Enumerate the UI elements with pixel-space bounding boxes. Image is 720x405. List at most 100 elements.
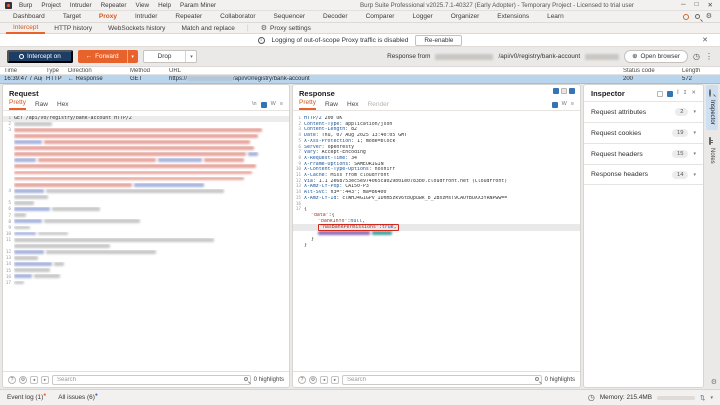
tab-logger[interactable]: Logger bbox=[403, 11, 441, 22]
update-icon[interactable] bbox=[682, 13, 689, 20]
subtab-match-and-replace[interactable]: Match and replace bbox=[174, 23, 241, 34]
search-settings-icon[interactable]: ⚙ bbox=[19, 375, 27, 384]
tab-sequencer[interactable]: Sequencer bbox=[265, 11, 314, 22]
help-icon[interactable]: ? bbox=[298, 375, 306, 384]
tab-target[interactable]: Target bbox=[54, 11, 90, 22]
close-icon[interactable]: ✕ bbox=[708, 1, 713, 9]
tab-collaborator[interactable]: Collaborator bbox=[211, 11, 264, 22]
re-enable-button[interactable]: Re-enable bbox=[415, 34, 463, 46]
statusbar-chevron-icon[interactable]: ▾ bbox=[710, 395, 713, 401]
column-header-status-code[interactable]: Status code bbox=[619, 68, 678, 74]
request-tab-raw[interactable]: Raw bbox=[35, 101, 48, 110]
minimize-icon[interactable]: ─ bbox=[681, 1, 686, 9]
menu-item-project[interactable]: Project bbox=[41, 2, 61, 9]
layout-rows-icon[interactable] bbox=[561, 88, 567, 94]
subtab-intercept[interactable]: Intercept bbox=[6, 23, 46, 34]
line-number: 17 bbox=[5, 280, 11, 286]
response-search-input[interactable] bbox=[342, 374, 542, 385]
column-header-type[interactable]: Type bbox=[42, 68, 64, 74]
tab-extensions[interactable]: Extensions bbox=[488, 11, 538, 22]
menu-item-repeater[interactable]: Repeater bbox=[101, 2, 127, 9]
notification-close-icon[interactable]: ✕ bbox=[702, 36, 708, 44]
request-editor[interactable]: 1 GET /api/v0/registry/bank-account HTTP/… bbox=[3, 116, 289, 370]
forward-dropdown-icon[interactable]: ▾ bbox=[126, 50, 138, 63]
dock-left-icon[interactable] bbox=[656, 90, 663, 97]
request-tab-pretty[interactable]: Pretty bbox=[9, 99, 26, 110]
layout-columns-icon[interactable] bbox=[553, 88, 559, 94]
response-tab-render[interactable]: Render bbox=[368, 101, 389, 110]
column-header-url[interactable]: URL bbox=[165, 68, 619, 74]
resize-icon[interactable]: ⇅ bbox=[700, 394, 705, 402]
tab-organizer[interactable]: Organizer bbox=[442, 11, 489, 22]
tab-learn[interactable]: Learn bbox=[538, 11, 573, 22]
response-tab-raw[interactable]: Raw bbox=[325, 101, 338, 110]
response-editor[interactable]: 1 HTTP/2 200 OK 2 Content-Type: application… bbox=[293, 116, 580, 370]
settings-gear-icon[interactable]: ⚙ bbox=[706, 13, 712, 20]
text-cursor-icon[interactable]: I bbox=[677, 90, 679, 97]
response-tab-pretty[interactable]: Pretty bbox=[299, 99, 316, 110]
redacted-text bbox=[46, 250, 156, 254]
search-icon[interactable] bbox=[694, 14, 700, 19]
inspector-close-icon[interactable]: ✕ bbox=[691, 90, 696, 97]
menu-item-param-miner[interactable]: Param Miner bbox=[180, 2, 216, 9]
menu-item-intruder[interactable]: Intruder bbox=[70, 2, 92, 9]
maximize-icon[interactable]: □ bbox=[695, 1, 699, 9]
prev-match-icon[interactable]: ◂ bbox=[30, 375, 38, 384]
open-browser-button[interactable]: ⊕ Open browser bbox=[624, 50, 689, 63]
table-row[interactable]: 16:39:47 7 Aug 2... HTTP ← Response GET http… bbox=[0, 75, 720, 84]
redacted-text bbox=[204, 158, 244, 163]
newline-toggle-icon[interactable]: \n bbox=[252, 102, 257, 108]
header-name: Content-Length: bbox=[304, 127, 349, 133]
tab-repeater[interactable]: Repeater bbox=[166, 11, 211, 22]
next-match-icon[interactable]: ▸ bbox=[331, 375, 339, 384]
side-tab-inspector[interactable]: Inspector bbox=[706, 85, 718, 130]
subtab-websockets-history[interactable]: WebSockets history bbox=[101, 23, 172, 34]
menu-item-burp[interactable]: Burp bbox=[19, 2, 32, 9]
tab-intruder[interactable]: Intruder bbox=[126, 11, 166, 22]
header-name: X-Cache: bbox=[304, 173, 328, 179]
panel-settings-gear-icon[interactable]: ⚙ bbox=[711, 378, 717, 386]
inspector-section-request-attributes[interactable]: Request attributes 2 ▾ bbox=[584, 101, 703, 122]
inspector-section-request-headers[interactable]: Request headers 15 ▾ bbox=[584, 143, 703, 164]
layout-tabs-icon[interactable] bbox=[569, 88, 575, 94]
all-issues-link[interactable]: All issues (6)● bbox=[58, 392, 98, 401]
forward-button[interactable]: ← Forward ▾ bbox=[77, 50, 138, 63]
response-tab-hex[interactable]: Hex bbox=[347, 101, 359, 110]
more-options-icon[interactable]: ⋮ bbox=[705, 52, 713, 61]
column-header-length[interactable]: Length bbox=[678, 68, 714, 74]
editor-menu-icon[interactable]: ≡ bbox=[280, 102, 283, 108]
event-log-link[interactable]: Event log (1)● bbox=[7, 392, 46, 401]
word-wrap-icon[interactable]: W bbox=[271, 102, 276, 108]
subtab-http-history[interactable]: HTTP history bbox=[47, 23, 99, 34]
tab-decoder[interactable]: Decoder bbox=[314, 11, 357, 22]
request-search-input[interactable] bbox=[52, 374, 251, 385]
inspector-section-request-cookies[interactable]: Request cookies 19 ▾ bbox=[584, 122, 703, 143]
column-header-time[interactable]: Time bbox=[0, 68, 42, 74]
tab-proxy[interactable]: Proxy bbox=[90, 11, 126, 22]
request-tab-hex[interactable]: Hex bbox=[57, 101, 69, 110]
tab-comparer[interactable]: Comparer bbox=[357, 11, 404, 22]
prev-match-icon[interactable]: ◂ bbox=[320, 375, 328, 384]
inspector-section-response-headers[interactable]: Response headers 14 ▾ bbox=[584, 164, 703, 185]
drop-button[interactable]: Drop ▾ bbox=[142, 50, 198, 63]
dock-right-icon[interactable] bbox=[666, 90, 673, 97]
subtab-proxy-settings[interactable]: ⚙ Proxy settings bbox=[254, 23, 318, 34]
menu-item-help[interactable]: Help bbox=[158, 2, 171, 9]
column-header-direction[interactable]: Direction bbox=[64, 68, 126, 74]
next-match-icon[interactable]: ▸ bbox=[41, 375, 49, 384]
intercept-toggle-button[interactable]: Intercept on bbox=[7, 50, 73, 63]
word-wrap-icon[interactable]: W bbox=[562, 102, 567, 108]
tab-dashboard[interactable]: Dashboard bbox=[4, 11, 54, 22]
side-tab-notes[interactable]: Notes bbox=[706, 133, 718, 169]
column-header-method[interactable]: Method bbox=[126, 68, 165, 74]
help-icon[interactable]: ? bbox=[8, 375, 16, 384]
menu-item-view[interactable]: View bbox=[136, 2, 150, 9]
collapse-icon[interactable]: ↧ bbox=[683, 90, 688, 97]
history-clock-icon[interactable]: ◷ bbox=[693, 52, 700, 61]
request-title: Request bbox=[9, 89, 39, 98]
drop-dropdown-icon[interactable]: ▾ bbox=[185, 51, 196, 62]
syntax-colors-icon[interactable] bbox=[260, 102, 267, 108]
search-settings-icon[interactable]: ⚙ bbox=[309, 375, 317, 384]
syntax-colors-icon[interactable] bbox=[551, 102, 558, 108]
editor-menu-icon[interactable]: ≡ bbox=[571, 102, 574, 108]
